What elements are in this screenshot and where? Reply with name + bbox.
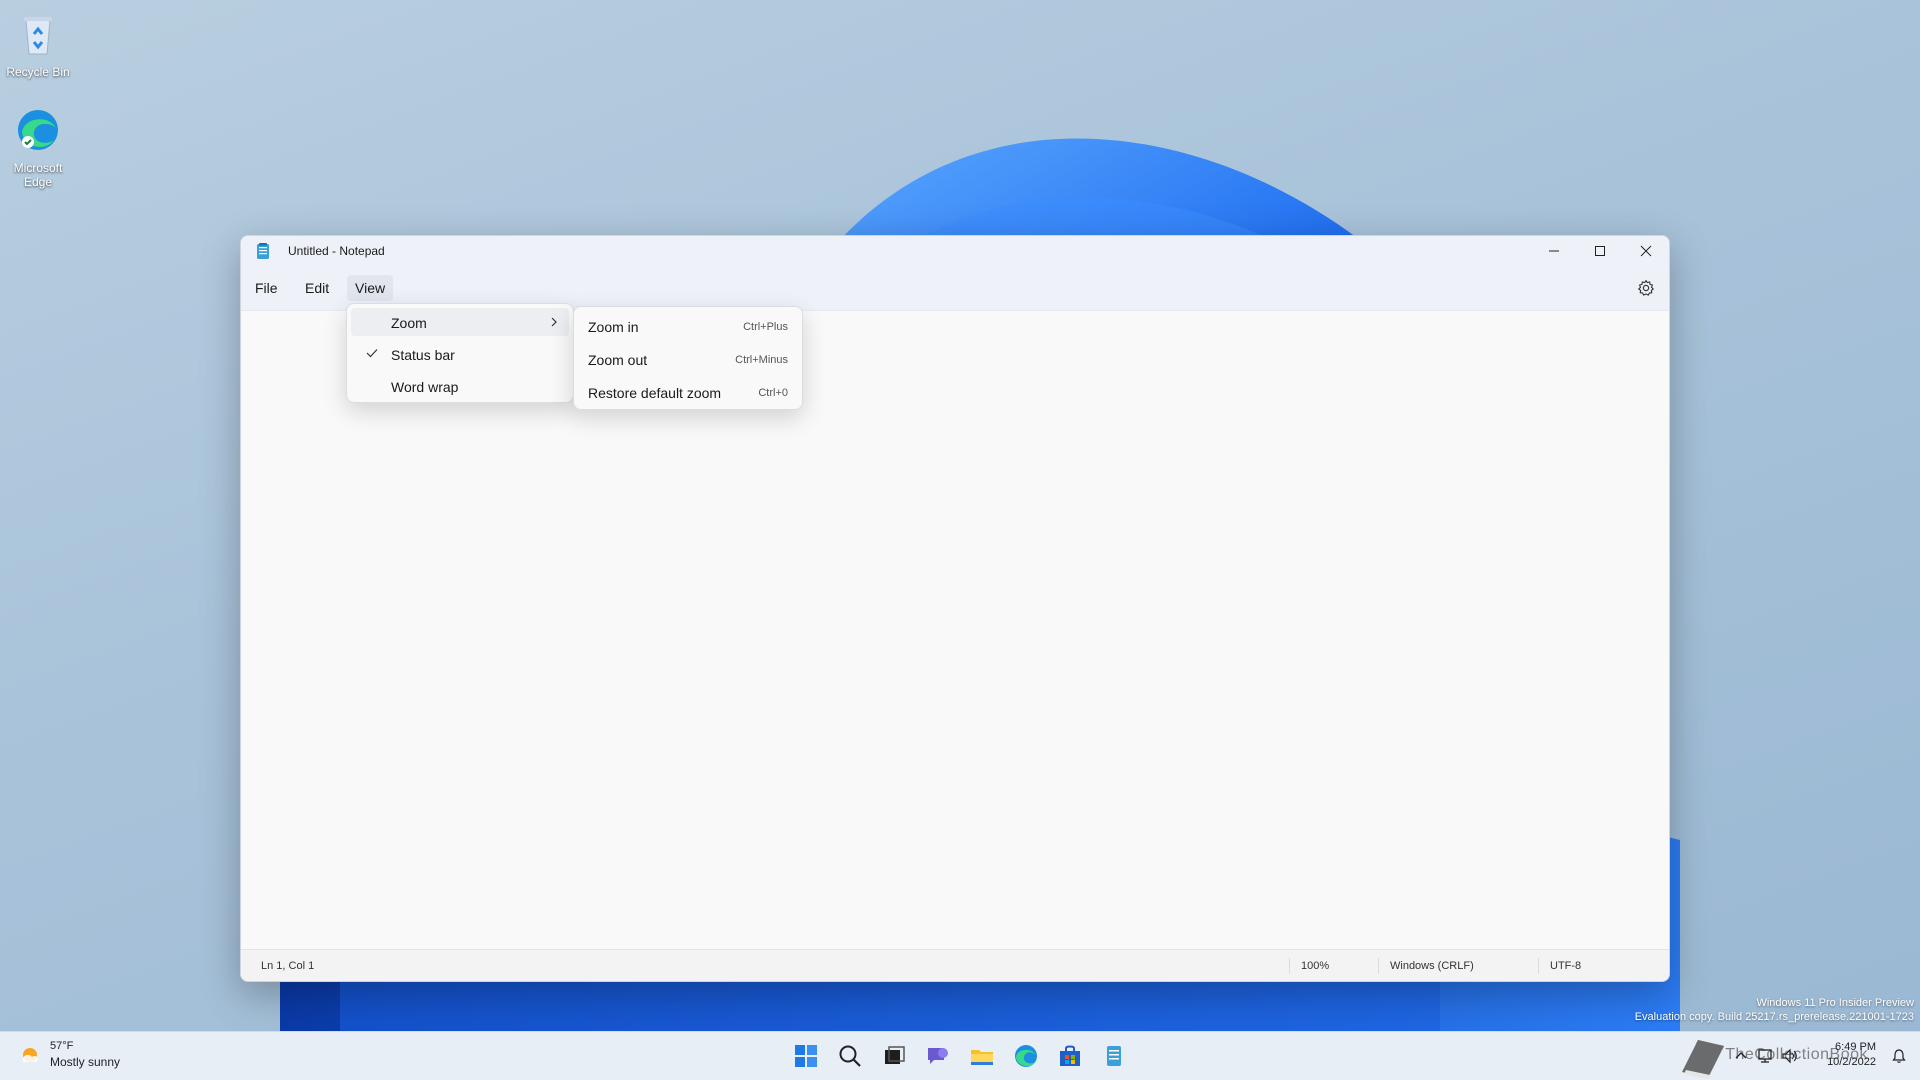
volume-icon[interactable] — [1780, 1047, 1798, 1065]
desktop-icon-label: Recycle Bin — [6, 65, 70, 79]
submenu-item-zoom-in[interactable]: Zoom in Ctrl+Plus — [578, 311, 798, 341]
start-icon[interactable] — [792, 1042, 820, 1070]
edge-taskbar-icon[interactable] — [1012, 1042, 1040, 1070]
chevron-up-icon[interactable] — [1732, 1047, 1750, 1065]
menu-file[interactable]: File — [247, 275, 286, 301]
notification-icon[interactable] — [1890, 1047, 1908, 1065]
maximize-icon — [1595, 246, 1605, 256]
watermark-line: Windows 11 Pro Insider Preview — [1756, 997, 1914, 1009]
weather-condition: Mostly sunny — [50, 1055, 121, 1069]
system-clock[interactable]: 6:49 PM 10/2/2022 — [1827, 1040, 1876, 1070]
store-icon[interactable] — [1056, 1042, 1084, 1070]
book-logo-icon — [1682, 1040, 1724, 1079]
file-explorer-icon[interactable] — [968, 1042, 996, 1070]
encoding: UTF-8 — [1550, 960, 1582, 972]
weather-temperature: 57°F — [50, 1040, 74, 1052]
menu-item-label: Zoom — [391, 315, 427, 331]
menu-item-word-wrap[interactable]: Word wrap — [351, 372, 569, 400]
submenu-item-zoom-out[interactable]: Zoom out Ctrl+Minus — [578, 344, 798, 374]
close-icon — [1640, 245, 1652, 257]
submenu-item-label: Zoom in — [588, 319, 639, 335]
notepad-icon — [257, 243, 269, 259]
zoom-level: 100% — [1301, 960, 1330, 972]
status-bar: Ln 1, Col 1 100% Windows (CRLF) UTF-8 — [241, 949, 1669, 981]
shortcut-label: Ctrl+Minus — [735, 354, 788, 366]
notepad-taskbar-icon[interactable] — [1100, 1042, 1128, 1070]
chevron-right-icon — [551, 317, 557, 327]
menu-view[interactable]: View — [347, 275, 394, 301]
minimize-icon — [1549, 250, 1559, 252]
shortcut-label: Ctrl+Plus — [743, 321, 788, 333]
sun-icon — [22, 1048, 38, 1062]
shortcut-label: Ctrl+0 — [758, 387, 788, 399]
search-icon[interactable] — [836, 1042, 864, 1070]
menu-item-label: Word wrap — [391, 379, 459, 395]
desktop-icon-label: Microsoft Edge — [13, 161, 63, 189]
status-separator — [1378, 958, 1379, 974]
submenu-item-label: Restore default zoom — [588, 385, 722, 401]
maximize-button[interactable] — [1577, 236, 1623, 266]
clock-date: 10/2/2022 — [1827, 1056, 1876, 1068]
settings-gear-icon[interactable] — [1637, 279, 1655, 297]
title-bar[interactable]: Untitled - Notepad — [241, 236, 1669, 266]
evaluation-watermark: Windows 11 Pro Insider Preview Evaluatio… — [1635, 996, 1914, 1024]
menu-item-status-bar[interactable]: Status bar — [351, 340, 569, 368]
zoom-submenu: Zoom in Ctrl+Plus Zoom out Ctrl+Minus Re… — [573, 306, 803, 410]
desktop-icon-recycle-bin[interactable]: Recycle Bin — [0, 10, 76, 79]
submenu-item-restore-default-zoom[interactable]: Restore default zoom Ctrl+0 — [578, 377, 798, 407]
window-title: Untitled - Notepad — [288, 244, 385, 258]
clock-time: 6:49 PM — [1835, 1041, 1876, 1053]
status-separator — [1289, 958, 1290, 974]
chat-icon[interactable] — [924, 1042, 952, 1070]
menu-item-label: Status bar — [391, 347, 455, 363]
edge-icon — [18, 110, 58, 150]
status-separator — [1538, 958, 1539, 974]
menu-item-zoom[interactable]: Zoom — [351, 308, 569, 336]
taskbar: 57°F Mostly sunny TheCollectionBook 6:49… — [0, 1031, 1920, 1080]
close-button[interactable] — [1623, 236, 1669, 266]
submenu-item-label: Zoom out — [588, 352, 648, 368]
task-view-icon[interactable] — [880, 1042, 908, 1070]
recycle-bin-icon — [24, 17, 52, 55]
text-editor[interactable] — [241, 310, 1669, 950]
line-ending: Windows (CRLF) — [1390, 960, 1474, 972]
network-icon[interactable] — [1756, 1047, 1774, 1065]
desktop-icon-edge[interactable]: Microsoft Edge — [0, 106, 76, 189]
cursor-position: Ln 1, Col 1 — [261, 960, 315, 972]
minimize-button[interactable] — [1531, 236, 1577, 266]
watermark-line: Evaluation copy. Build 25217.rs_prerelea… — [1634, 1011, 1914, 1023]
checkmark-icon — [366, 349, 378, 358]
menu-edit[interactable]: Edit — [297, 275, 337, 301]
view-menu: Zoom Status bar Word wrap — [346, 303, 574, 403]
